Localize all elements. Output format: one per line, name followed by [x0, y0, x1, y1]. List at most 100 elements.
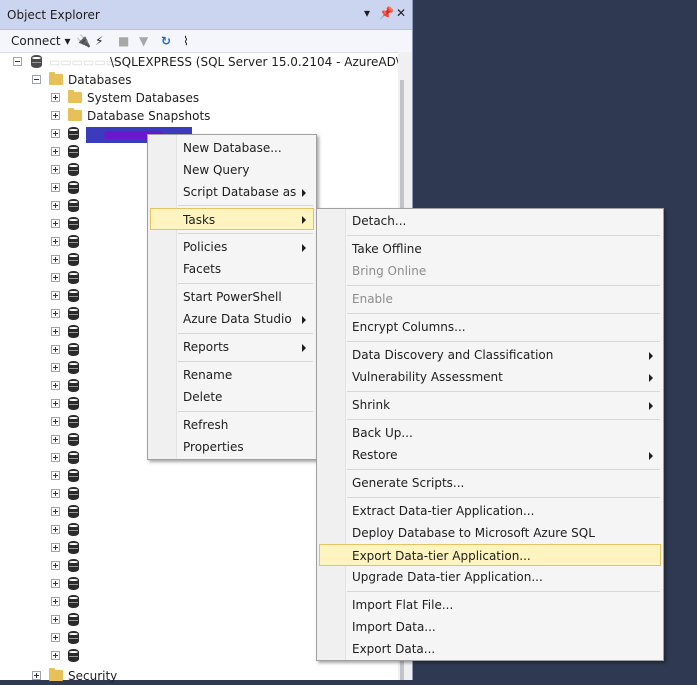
menu-item-extract-data-tier[interactable]: Extract Data-tier Application... [319, 500, 661, 522]
window-position-dropdown-icon[interactable]: ▾ [364, 6, 370, 20]
expand-icon[interactable] [51, 327, 60, 336]
expand-icon[interactable] [51, 273, 60, 282]
menu-item-import-data[interactable]: Import Data... [319, 616, 661, 638]
expand-icon[interactable] [51, 597, 60, 606]
menu-separator [178, 411, 313, 412]
menu-item-start-powershell[interactable]: Start PowerShell [150, 286, 314, 308]
activity-monitor-icon[interactable]: ⌇ [183, 33, 189, 49]
connect-button[interactable]: Connect ▾ [11, 33, 70, 49]
menu-item-restore[interactable]: Restore [319, 444, 661, 466]
expand-icon[interactable] [51, 237, 60, 246]
menu-item-policies[interactable]: Policies [150, 236, 314, 258]
menu-item-detach[interactable]: Detach... [319, 210, 661, 232]
menu-item-generate-scripts[interactable]: Generate Scripts... [319, 472, 661, 494]
folder-icon [68, 90, 82, 103]
menu-item-data-discovery[interactable]: Data Discovery and Classification [319, 344, 661, 366]
security-node[interactable]: Security [0, 667, 398, 685]
disconnect-icon[interactable]: ⚡ [95, 33, 103, 49]
menu-item-script-database-as[interactable]: Script Database as [150, 181, 314, 203]
expand-icon[interactable] [51, 93, 60, 102]
database-snapshots-node[interactable]: Database Snapshots [0, 107, 398, 125]
expand-icon[interactable] [51, 561, 60, 570]
menu-item-delete[interactable]: Delete [150, 386, 314, 408]
expand-icon[interactable] [51, 129, 60, 138]
expand-icon[interactable] [51, 201, 60, 210]
menu-separator [347, 497, 660, 498]
database-icon [68, 487, 79, 500]
expand-icon[interactable] [51, 525, 60, 534]
menu-item-azure-data-studio[interactable]: Azure Data Studio [150, 308, 314, 330]
expand-icon[interactable] [51, 219, 60, 228]
pin-icon[interactable]: 📌 [379, 6, 394, 20]
database-icon [68, 397, 79, 410]
menu-item-new-database[interactable]: New Database... [150, 137, 314, 159]
expand-icon[interactable] [51, 507, 60, 516]
connect-plug-icon[interactable]: 🔌 [76, 33, 91, 49]
database-icon [68, 433, 79, 446]
menu-item-take-offline[interactable]: Take Offline [319, 238, 661, 260]
menu-item-tasks[interactable]: Tasks [150, 208, 314, 230]
expand-icon[interactable] [51, 453, 60, 462]
close-icon[interactable]: ✕ [396, 6, 406, 20]
menu-item-new-query[interactable]: New Query [150, 159, 314, 181]
menu-item-shrink[interactable]: Shrink [319, 394, 661, 416]
database-icon [68, 163, 79, 176]
menu-item-enable[interactable]: Enable [319, 288, 661, 310]
expand-icon[interactable] [51, 147, 60, 156]
tasks-submenu: Detach... Take Offline Bring Online Enab… [316, 208, 664, 661]
expand-icon[interactable] [51, 471, 60, 480]
expand-icon[interactable] [51, 435, 60, 444]
stop-icon[interactable]: ■ [118, 33, 129, 49]
object-explorer-toolbar: Connect ▾ 🔌 ⚡ ■ ▼ ↻ ⌇ [0, 30, 412, 53]
menu-item-bring-online[interactable]: Bring Online [319, 260, 661, 282]
databases-node[interactable]: Databases [0, 71, 398, 89]
menu-item-label: New Query [183, 163, 250, 177]
system-databases-node[interactable]: System Databases [0, 89, 398, 107]
collapse-icon[interactable] [32, 75, 41, 84]
expand-icon[interactable] [51, 651, 60, 660]
menu-item-export-data-tier[interactable]: Export Data-tier Application... [319, 544, 661, 566]
menu-item-deploy-to-azure[interactable]: Deploy Database to Microsoft Azure SQL D… [319, 522, 661, 562]
folder-icon [68, 108, 82, 121]
database-icon [68, 181, 79, 194]
menu-item-upgrade-data-tier[interactable]: Upgrade Data-tier Application... [319, 566, 661, 588]
expand-icon[interactable] [51, 633, 60, 642]
expand-icon[interactable] [51, 489, 60, 498]
menu-item-properties[interactable]: Properties [150, 436, 314, 458]
menu-item-import-flat-file[interactable]: Import Flat File... [319, 594, 661, 616]
database-icon [68, 127, 79, 140]
menu-separator [178, 333, 313, 334]
database-icon [68, 649, 79, 662]
expand-icon[interactable] [51, 255, 60, 264]
expand-icon[interactable] [32, 671, 41, 680]
filter-icon[interactable]: ▼ [139, 33, 148, 49]
expand-icon[interactable] [51, 381, 60, 390]
expand-icon[interactable] [51, 165, 60, 174]
menu-item-facets[interactable]: Facets [150, 258, 314, 280]
menu-item-back-up[interactable]: Back Up... [319, 422, 661, 444]
database-icon [68, 523, 79, 536]
expand-icon[interactable] [51, 399, 60, 408]
expand-icon[interactable] [51, 579, 60, 588]
expand-icon[interactable] [51, 291, 60, 300]
refresh-icon[interactable]: ↻ [161, 33, 171, 49]
menu-separator [178, 233, 313, 234]
menu-item-export-data[interactable]: Export Data... [319, 638, 661, 660]
expand-icon[interactable] [51, 615, 60, 624]
menu-item-rename[interactable]: Rename [150, 364, 314, 386]
expand-icon[interactable] [51, 309, 60, 318]
menu-item-vulnerability-assessment[interactable]: Vulnerability Assessment [319, 366, 661, 388]
menu-item-label: Export Data... [352, 642, 436, 656]
collapse-icon[interactable] [13, 57, 22, 66]
expand-icon[interactable] [51, 363, 60, 372]
expand-icon[interactable] [51, 345, 60, 354]
expand-icon[interactable] [51, 417, 60, 426]
menu-item-refresh[interactable]: Refresh [150, 414, 314, 436]
menu-item-reports[interactable]: Reports [150, 336, 314, 358]
server-node[interactable]: ▭▭▭▭▭▭ \SQLEXPRESS (SQL Server 15.0.2104… [0, 53, 400, 71]
expand-icon[interactable] [51, 183, 60, 192]
expand-icon[interactable] [51, 111, 60, 120]
menu-item-label: New Database... [183, 141, 282, 155]
expand-icon[interactable] [51, 543, 60, 552]
menu-item-encrypt-columns[interactable]: Encrypt Columns... [319, 316, 661, 338]
